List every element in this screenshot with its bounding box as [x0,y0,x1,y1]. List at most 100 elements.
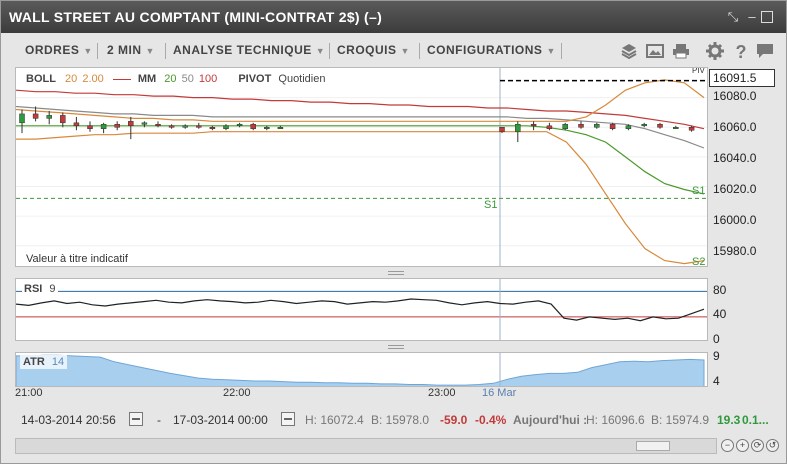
panel-splitter[interactable] [15,269,708,277]
mm50-period: 50 [181,73,194,85]
candle-body [594,124,600,128]
collapse-icon[interactable]: ⤡ [725,9,741,25]
boll-upper-line [16,79,705,122]
range-low: B: 15978.0 [371,413,430,427]
rsi-tick: 0 [713,332,720,346]
candle-body [641,124,647,127]
today-high: H: 16096.6 [586,413,645,427]
x-tick: 23:00 [428,387,456,399]
candle-body [196,125,202,128]
panel-splitter[interactable] [15,343,708,351]
price-chart-panel[interactable]: BOLL 20 2.00 MM 20 50 100 PIVOT Quotidie… [15,67,708,267]
chart-window: WALL STREET AU COMPTANT (MINI-CONTRAT 2$… [0,0,787,464]
candle-body [499,127,505,132]
candle-body [32,113,39,119]
calendar-icon[interactable] [281,412,295,426]
range-change-pct: -0.4% [475,413,507,427]
date-from: 14-03-2014 20:56 [21,413,116,427]
y-tick: 16080.0 [713,89,757,103]
pivot-value: Quotidien [278,73,326,85]
indicative-note: Valeur à titre indicatif [26,253,128,265]
chevron-down-icon: ▼ [400,46,410,56]
s2-label: S2 [692,256,706,267]
candle-body [155,124,161,127]
candle-body [100,124,107,129]
atr-area [16,354,705,386]
time-scrollbar[interactable] [15,438,717,454]
window-title: WALL STREET AU COMPTANT (MINI-CONTRAT 2$… [9,9,383,25]
y-tick: 15980.0 [713,244,757,258]
boll-period: 20 [65,73,78,85]
range-high: H: 16072.4 [305,413,364,427]
rsi-chart[interactable] [16,279,708,341]
candle-body [236,124,243,127]
rsi-label: RSI [24,283,43,295]
toolbar-divider [165,43,166,59]
candle-body [223,125,229,129]
date-to: 17-03-2014 00:00 [173,413,268,427]
candle-body [625,125,632,129]
atr-panel[interactable]: ATR 14 [15,352,708,387]
title-bar[interactable]: WALL STREET AU COMPTANT (MINI-CONTRAT 2$… [1,1,786,33]
toolbar-divider [329,43,330,59]
chevron-down-icon: ▼ [315,46,326,56]
calendar-icon[interactable] [129,412,143,426]
rsi-panel[interactable]: RSI 9 [15,278,708,341]
price-tag-marker: PIV [692,67,705,75]
grip-icon [388,345,404,349]
candle-body [209,127,216,130]
menu-analyse-technique[interactable]: ANALYSE TECHNIQUE ▼ [173,43,325,57]
menu-label: CROQUIS [337,43,397,57]
candle-body [141,122,148,125]
rsi-legend: RSI 9 [22,283,58,295]
menu-croquis[interactable]: CROQUIS ▼ [337,43,410,57]
price-chart[interactable] [16,68,708,267]
menu-label: ORDRES [25,43,80,57]
today-low: B: 15974.9 [651,413,710,427]
zoom-out-icon[interactable]: − [721,439,734,452]
toolbar-divider [419,43,420,59]
menu-label: 2 MIN [107,43,142,57]
chat-icon[interactable] [755,41,775,61]
restore-icon[interactable]: ‒ [744,9,760,25]
candle-body [609,124,616,129]
zoom-fit-icon[interactable]: ⟳ [751,439,764,452]
layers-icon[interactable] [619,41,639,61]
svg-text:?: ? [736,42,747,61]
menu-timeframe[interactable]: 2 MIN ▼ [107,43,155,57]
candle-body [60,115,66,124]
boll-deviation: 2.00 [82,73,104,85]
menu-ordres[interactable]: ORDRES ▼ [25,43,93,57]
zoom-in-icon[interactable]: + [736,439,749,452]
grip-icon [388,271,404,275]
current-price-tag: 16091.5 [709,69,775,87]
candle-body [688,127,695,131]
rsi-tick: 40 [713,307,727,321]
atr-period: 14 [51,356,65,368]
rsi-period: 9 [49,283,56,295]
atr-chart[interactable] [16,353,708,387]
candle-body [250,124,256,129]
candle-body [546,125,553,129]
scrollbar-thumb[interactable] [636,441,670,451]
candle-body [114,124,120,128]
ma20-line [16,125,705,195]
s1-label-left: S1 [484,199,498,211]
chevron-down-icon: ▼ [83,46,93,56]
gear-icon[interactable] [705,41,725,61]
toolbar-divider [561,43,562,59]
zoom-reset-icon[interactable]: ↺ [766,439,779,452]
print-icon[interactable] [671,41,691,61]
y-tick: 16020.0 [713,182,757,196]
candle-body [657,124,663,128]
maximize-icon[interactable] [761,11,773,23]
today-label: Aujourd'hui : [513,413,588,427]
menu-configurations[interactable]: CONFIGURATIONS ▼ [427,43,556,57]
candle-body [530,124,537,127]
image-icon[interactable] [645,41,665,61]
candle-body [46,115,52,119]
today-change-pct: 0.1... [742,413,769,427]
candle-body [87,125,93,129]
mm100-period: 100 [198,73,218,85]
help-icon[interactable]: ? [731,41,751,61]
